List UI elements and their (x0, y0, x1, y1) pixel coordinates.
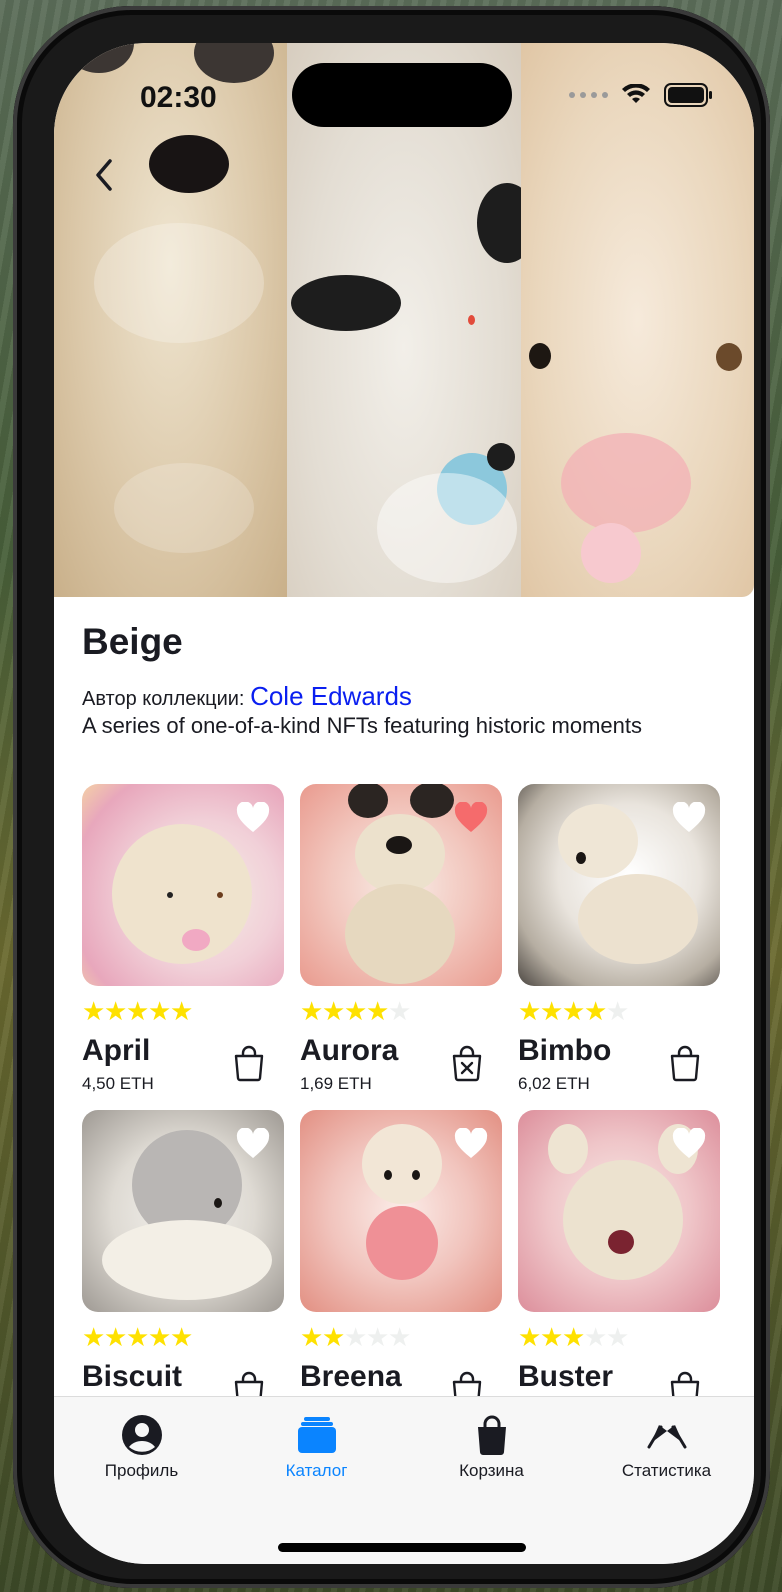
nft-price: 4,50 ETH (82, 1074, 154, 1093)
catalog-icon (297, 1417, 336, 1453)
star-icon: ★ (540, 996, 564, 1026)
home-indicator[interactable] (278, 1543, 526, 1552)
star-icon: ★ (82, 996, 106, 1026)
star-icon: ★ (104, 996, 128, 1026)
star-icon: ★ (584, 996, 608, 1026)
star-icon: ★ (366, 1322, 390, 1352)
add-to-cart-icon[interactable] (232, 1044, 266, 1082)
author-prefix: Автор коллекции: (82, 688, 245, 710)
cover-image-1 (54, 43, 288, 597)
star-icon: ★ (82, 1322, 106, 1352)
star-icon: ★ (300, 1322, 324, 1352)
wifi-icon (622, 84, 650, 103)
rating-stars: ★ ★ ★ ★ ★ (518, 996, 630, 1026)
star-icon: ★ (584, 1322, 608, 1352)
cart-icon (477, 1415, 506, 1455)
rating-stars: ★ ★ ★ ★ ★ (518, 1322, 630, 1352)
nft-name: April (82, 1034, 151, 1067)
nft-name: Biscuit (82, 1360, 183, 1393)
tab-label: Профиль (104, 1461, 179, 1480)
nft-card[interactable]: ★ ★ ★ ★ ★ Bimbo 6,02 ETH (518, 784, 720, 1093)
star-icon: ★ (170, 996, 194, 1026)
like-heart-icon[interactable] (672, 1128, 706, 1160)
like-heart-icon[interactable] (454, 802, 488, 834)
nft-name: Aurora (300, 1034, 399, 1067)
tab-profile[interactable]: Профиль (54, 1397, 229, 1507)
nft-name: Bimbo (518, 1034, 612, 1067)
tab-label: Каталог (285, 1461, 348, 1480)
nft-image[interactable] (82, 784, 284, 986)
nft-card[interactable]: ★ ★ ★ ★ ★ Buster (518, 1110, 720, 1408)
like-heart-icon[interactable] (236, 802, 270, 834)
star-icon: ★ (606, 1322, 630, 1352)
statistics-icon (647, 1425, 686, 1449)
star-icon: ★ (126, 996, 150, 1026)
rating-stars: ★ ★ ★ ★ ★ (82, 996, 194, 1026)
cover-image-3 (520, 43, 754, 597)
star-icon: ★ (562, 996, 586, 1026)
star-icon: ★ (606, 996, 630, 1026)
star-icon: ★ (148, 1322, 172, 1352)
nft-image[interactable] (518, 1110, 720, 1312)
nft-image[interactable] (300, 1110, 502, 1312)
like-heart-icon[interactable] (672, 802, 706, 834)
collection-description: A series of one-of-a-kind NFTs featuring… (82, 713, 643, 738)
battery-icon (664, 83, 712, 107)
star-icon: ★ (322, 1322, 346, 1352)
nft-card[interactable]: ★ ★ ★ ★ ★ Breena (300, 1110, 502, 1408)
star-icon: ★ (126, 1322, 150, 1352)
add-to-cart-icon[interactable] (668, 1044, 702, 1082)
collection-title: Beige (82, 621, 183, 662)
like-heart-icon[interactable] (454, 1128, 488, 1160)
author-link[interactable]: Cole Edwards (250, 681, 412, 711)
signal-icon (569, 92, 608, 98)
star-icon: ★ (518, 1322, 542, 1352)
star-icon: ★ (562, 1322, 586, 1352)
nft-card[interactable]: ★ ★ ★ ★ ★ April 4,50 ETH (82, 784, 284, 1093)
star-icon: ★ (388, 1322, 412, 1352)
nft-price: 1,69 ETH (300, 1074, 372, 1093)
rating-stars: ★ ★ ★ ★ ★ (300, 996, 412, 1026)
tab-bar: Профиль Каталог Корзина Статистика (54, 1396, 754, 1564)
star-icon: ★ (344, 1322, 368, 1352)
nft-card[interactable]: ★ ★ ★ ★ ★ Biscuit (82, 1110, 284, 1408)
nft-name: Breena (300, 1360, 402, 1393)
profile-icon (121, 1415, 162, 1455)
star-icon: ★ (148, 996, 172, 1026)
nft-name: Buster (518, 1360, 614, 1393)
star-icon: ★ (344, 996, 368, 1026)
phone-frame: 02:30 Beige Автор коллекции: Cole Edward… (13, 6, 770, 1588)
author-line: Автор коллекции: Cole Edwards (82, 681, 412, 712)
star-icon: ★ (518, 996, 542, 1026)
status-time: 02:30 (140, 81, 217, 114)
nft-image[interactable] (518, 784, 720, 986)
star-icon: ★ (300, 996, 324, 1026)
tab-label: Статистика (621, 1461, 712, 1480)
like-heart-icon[interactable] (236, 1128, 270, 1160)
nft-image[interactable] (82, 1110, 284, 1312)
remove-from-cart-icon[interactable] (450, 1044, 484, 1082)
star-icon: ★ (322, 996, 346, 1026)
status-icons (569, 83, 714, 107)
screen: 02:30 Beige Автор коллекции: Cole Edward… (54, 43, 754, 1564)
star-icon: ★ (170, 1322, 194, 1352)
nft-price: 6,02 ETH (518, 1074, 590, 1093)
star-icon: ★ (388, 996, 412, 1026)
tab-label: Корзина (459, 1461, 524, 1480)
nft-card[interactable]: ★ ★ ★ ★ ★ Aurora 1,69 ETH (300, 784, 502, 1093)
rating-stars: ★ ★ ★ ★ ★ (300, 1322, 412, 1352)
tab-statistics[interactable]: Статистика (579, 1397, 754, 1507)
tab-cart[interactable]: Корзина (404, 1397, 579, 1507)
tab-catalog[interactable]: Каталог (229, 1397, 404, 1507)
star-icon: ★ (104, 1322, 128, 1352)
star-icon: ★ (540, 1322, 564, 1352)
rating-stars: ★ ★ ★ ★ ★ (82, 1322, 194, 1352)
nft-image[interactable] (300, 784, 502, 986)
dynamic-island (292, 63, 512, 127)
back-chevron-icon[interactable] (88, 155, 124, 195)
star-icon: ★ (366, 996, 390, 1026)
